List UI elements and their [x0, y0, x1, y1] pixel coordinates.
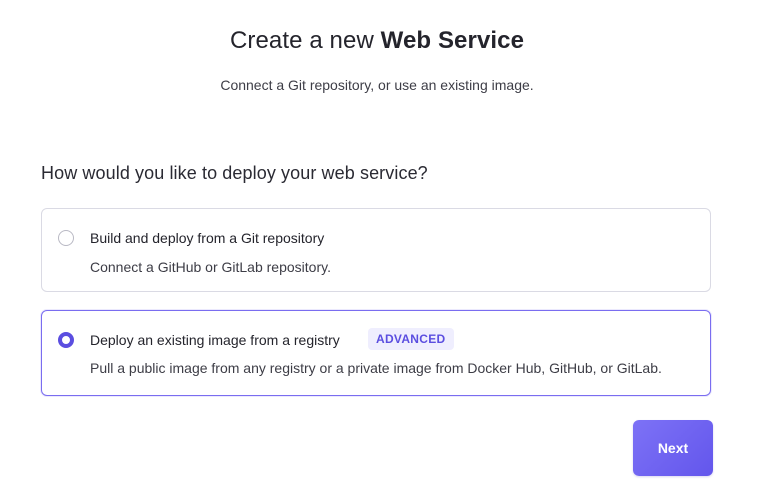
option-existing-image[interactable]: Deploy an existing image from a registry…: [41, 310, 711, 396]
radio-git-repository[interactable]: [58, 230, 74, 246]
option-git-repository-title: Build and deploy from a Git repository: [90, 230, 325, 246]
page-title-bold: Web Service: [380, 27, 525, 54]
option-git-repository[interactable]: Build and deploy from a Git repository C…: [41, 208, 711, 292]
create-web-service-page: Create a new Web Service Connect a Git r…: [0, 0, 762, 504]
page-title: Create a new Web Service: [0, 27, 754, 55]
deploy-question: How would you like to deploy your web se…: [41, 163, 428, 183]
page-title-prefix: Create a new: [229, 27, 381, 54]
radio-existing-image[interactable]: [58, 332, 74, 348]
option-git-repository-description: Connect a GitHub or GitLab repository.: [90, 259, 331, 275]
option-existing-image-description: Pull a public image from any registry or…: [90, 360, 662, 376]
page-subtitle: Connect a Git repository, or use an exis…: [220, 77, 534, 93]
advanced-badge: ADVANCED: [368, 328, 454, 350]
option-existing-image-title: Deploy an existing image from a registry: [90, 332, 340, 348]
next-button[interactable]: Next: [633, 420, 713, 476]
